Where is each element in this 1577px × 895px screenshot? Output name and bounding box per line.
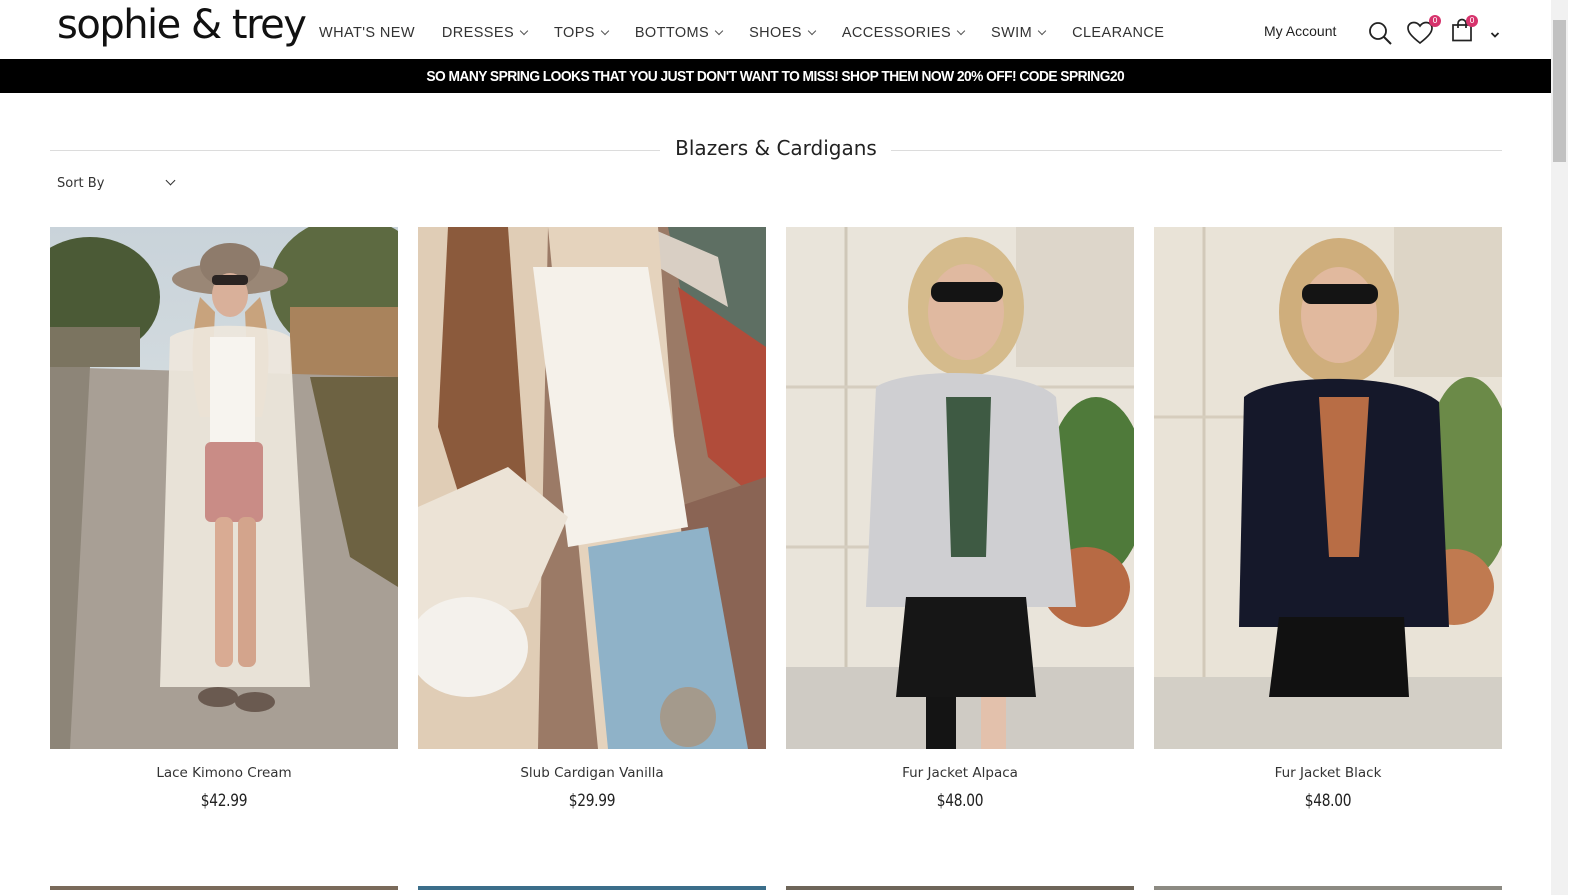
nav-label: TOPS <box>554 25 595 41</box>
nav-accessories[interactable]: ACCESSORIES <box>841 25 966 41</box>
product-image[interactable] <box>1154 227 1502 749</box>
nav-clearance[interactable]: CLEARANCE <box>1072 25 1164 41</box>
product-card[interactable]: Lace Kimono Cream $42.99 <box>50 227 398 811</box>
chevron-down-icon <box>1037 26 1047 36</box>
nav-label: CLEARANCE <box>1072 25 1165 41</box>
nav-label: ACCESSORIES <box>841 25 952 41</box>
product-name[interactable]: Fur Jacket Alpaca <box>786 765 1134 781</box>
product-image-next-row[interactable] <box>50 886 398 890</box>
nav-shoes[interactable]: SHOES <box>749 25 817 41</box>
product-image[interactable] <box>50 227 398 749</box>
product-image-next-row[interactable] <box>786 886 1134 890</box>
my-account-link[interactable]: My Account <box>1264 23 1336 39</box>
sort-dropdown[interactable]: Sort By <box>50 171 180 195</box>
nav-label: SHOES <box>749 25 802 41</box>
product-image[interactable] <box>786 227 1134 749</box>
wishlist-count-badge: 0 <box>1429 15 1441 27</box>
chevron-down-icon <box>600 26 610 36</box>
cart-dropdown-toggle[interactable] <box>1490 27 1500 38</box>
page-scrollbar[interactable] <box>1551 0 1568 895</box>
main-nav: WHAT'S NEW DRESSES TOPS BOTTOMS SHOES AC… <box>319 23 1191 43</box>
product-name[interactable]: Lace Kimono Cream <box>50 765 398 781</box>
search-icon[interactable] <box>1367 20 1393 46</box>
product-card[interactable]: Fur Jacket Alpaca $48.00 <box>786 227 1134 811</box>
promo-banner: SO MANY SPRING LOOKS THAT YOU JUST DON'T… <box>0 59 1551 93</box>
product-card[interactable]: Slub Cardigan Vanilla $29.99 <box>418 227 766 811</box>
nav-label: DRESSES <box>441 25 515 41</box>
nav-label: BOTTOMS <box>634 25 710 41</box>
product-price: $48.00 <box>936 791 984 811</box>
product-price: $42.99 <box>200 791 248 811</box>
product-card[interactable]: Fur Jacket Black $48.00 <box>1154 227 1502 811</box>
window-edge <box>1568 0 1577 895</box>
product-name[interactable]: Slub Cardigan Vanilla <box>418 765 766 781</box>
cart-button[interactable]: 0 <box>1451 15 1478 44</box>
product-price: $29.99 <box>568 791 616 811</box>
product-image[interactable] <box>418 227 766 749</box>
nav-dresses[interactable]: DRESSES <box>441 25 529 41</box>
page-title-row: Blazers & Cardigans <box>50 136 1502 166</box>
promo-text[interactable]: SO MANY SPRING LOOKS THAT YOU JUST DON'T… <box>427 68 1125 85</box>
nav-swim[interactable]: SWIM <box>991 25 1047 41</box>
nav-whats-new[interactable]: WHAT'S NEW <box>319 25 415 41</box>
nav-label: WHAT'S NEW <box>319 25 415 41</box>
scrollbar-thumb[interactable] <box>1553 20 1566 162</box>
product-price: $48.00 <box>1304 791 1352 811</box>
product-image-next-row[interactable] <box>1154 886 1502 890</box>
page-title-text: Blazers & Cardigans <box>661 136 891 160</box>
site-logo[interactable]: sophie & trey <box>57 2 307 48</box>
chevron-down-icon <box>519 26 529 36</box>
nav-label: SWIM <box>991 25 1033 41</box>
chevron-down-icon <box>1490 32 1500 38</box>
product-image-next-row[interactable] <box>418 886 766 890</box>
product-name[interactable]: Fur Jacket Black <box>1154 765 1502 781</box>
chevron-down-icon <box>165 175 176 186</box>
nav-tops[interactable]: TOPS <box>554 25 610 41</box>
chevron-down-icon <box>807 26 817 36</box>
sort-label: Sort By <box>57 175 105 191</box>
wishlist-button[interactable]: 0 <box>1406 15 1441 46</box>
chevron-down-icon <box>956 26 966 36</box>
chevron-down-icon <box>714 26 724 36</box>
page-title: Blazers & Cardigans <box>50 136 1502 160</box>
cart-count-badge: 0 <box>1466 15 1478 27</box>
site-header: sophie & trey WHAT'S NEW DRESSES TOPS BO… <box>0 0 1551 59</box>
nav-bottoms[interactable]: BOTTOMS <box>634 25 724 41</box>
